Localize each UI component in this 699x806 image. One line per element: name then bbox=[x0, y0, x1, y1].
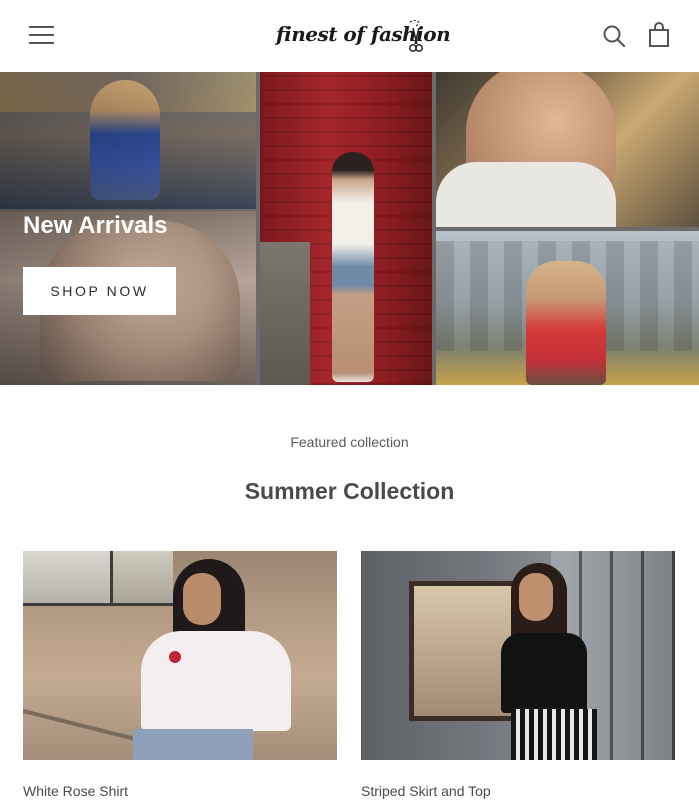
shop-now-button[interactable]: SHOP NOW bbox=[23, 267, 176, 315]
scissors-icon bbox=[409, 20, 423, 52]
product-image[interactable] bbox=[23, 551, 337, 760]
hero-photo-city bbox=[436, 231, 699, 385]
product-card[interactable]: White Rose Shirt bbox=[23, 551, 337, 799]
logo[interactable]: finest of fashion bbox=[276, 16, 451, 56]
product-name[interactable]: Striped Skirt and Top bbox=[361, 783, 675, 799]
logo-text: finest of fashion bbox=[276, 22, 451, 46]
featured-title: Summer Collection bbox=[244, 478, 455, 504]
hamburger-menu-icon[interactable] bbox=[29, 26, 54, 46]
site-header: finest of fashion bbox=[0, 0, 699, 72]
featured-subtitle: Featured collection bbox=[290, 434, 409, 450]
product-card[interactable]: Striped Skirt and Top bbox=[361, 551, 675, 799]
hero-title: New Arrivals bbox=[23, 212, 168, 239]
shopping-bag-icon[interactable] bbox=[648, 22, 670, 48]
hero-photo-red-wall bbox=[260, 72, 432, 385]
hero-photo-closeup bbox=[436, 72, 699, 227]
product-name[interactable]: White Rose Shirt bbox=[23, 783, 337, 799]
search-icon[interactable] bbox=[602, 24, 626, 48]
hero-banner[interactable]: New Arrivals SHOP NOW bbox=[0, 72, 699, 385]
product-image[interactable] bbox=[361, 551, 675, 760]
